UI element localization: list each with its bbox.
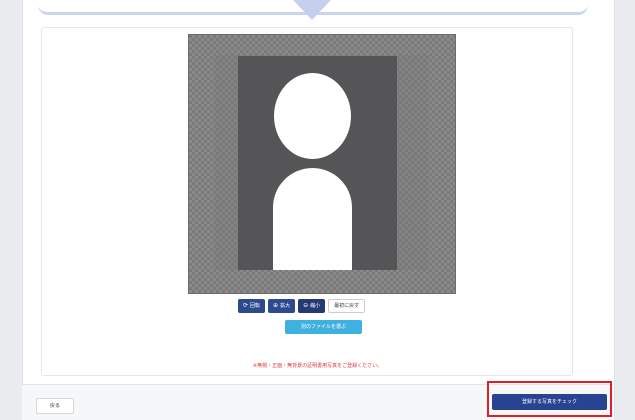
back-button[interactable]: 戻る xyxy=(36,398,74,414)
photo-notice: ※無帽・正面・無背景の証明書用写真をご登録ください。 xyxy=(252,363,383,369)
photo-toolbar: ⟳ 回転 ⊕ 拡大 ⊖ 縮小 最初に戻す xyxy=(238,298,366,314)
zoom-out-button[interactable]: ⊖ 縮小 xyxy=(298,299,326,313)
zoom-out-label: 縮小 xyxy=(310,303,321,309)
step-pointer-arrow xyxy=(293,0,331,20)
zoom-in-icon: ⊕ xyxy=(273,302,279,309)
reset-button[interactable]: 最初に戻す xyxy=(328,299,366,313)
rotate-button[interactable]: ⟳ 回転 xyxy=(238,299,266,313)
check-photo-button[interactable]: 登録する写真をチェック xyxy=(492,394,607,410)
silhouette-body xyxy=(273,168,352,270)
zoom-out-icon: ⊖ xyxy=(303,302,309,309)
zoom-in-label: 拡大 xyxy=(280,303,291,309)
silhouette-head xyxy=(274,73,351,159)
zoom-in-button[interactable]: ⊕ 拡大 xyxy=(268,299,296,313)
reset-label: 最初に戻す xyxy=(334,303,360,309)
rotate-label: 回転 xyxy=(250,303,261,309)
photo-preview xyxy=(238,56,397,270)
choose-other-file-button[interactable]: 別のファイルを選ぶ xyxy=(285,320,362,334)
rotate-icon: ⟳ xyxy=(243,302,249,309)
